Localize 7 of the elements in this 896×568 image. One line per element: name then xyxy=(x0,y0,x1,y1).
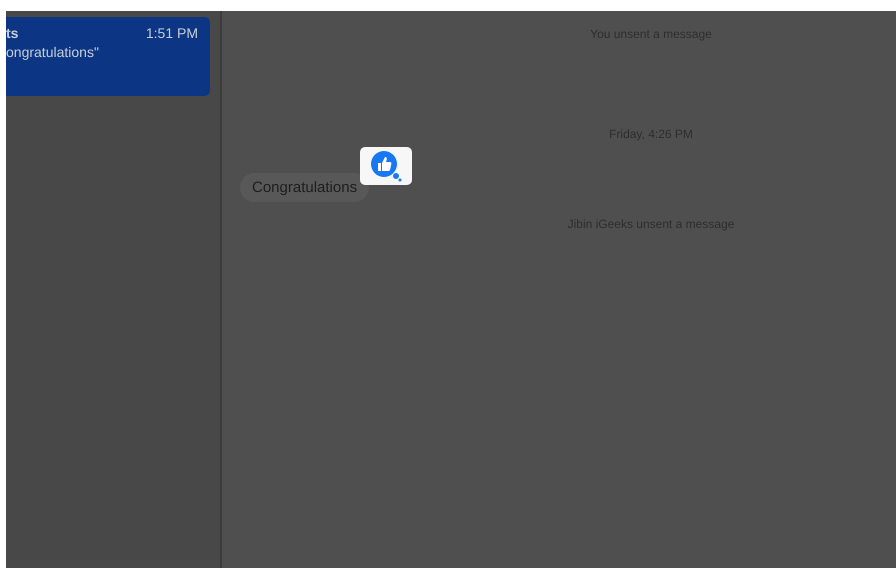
thumbs-up-icon xyxy=(369,149,403,183)
tapback-badge[interactable] xyxy=(360,147,412,185)
message-preview: ongratulations" xyxy=(6,44,100,60)
contact-name: ts xyxy=(6,25,18,41)
message-bubble: Congratulations xyxy=(240,173,370,202)
message-time: 1:51 PM xyxy=(146,25,198,41)
conversation-item[interactable]: ts 1:51 PM ongratulations" xyxy=(6,17,210,96)
